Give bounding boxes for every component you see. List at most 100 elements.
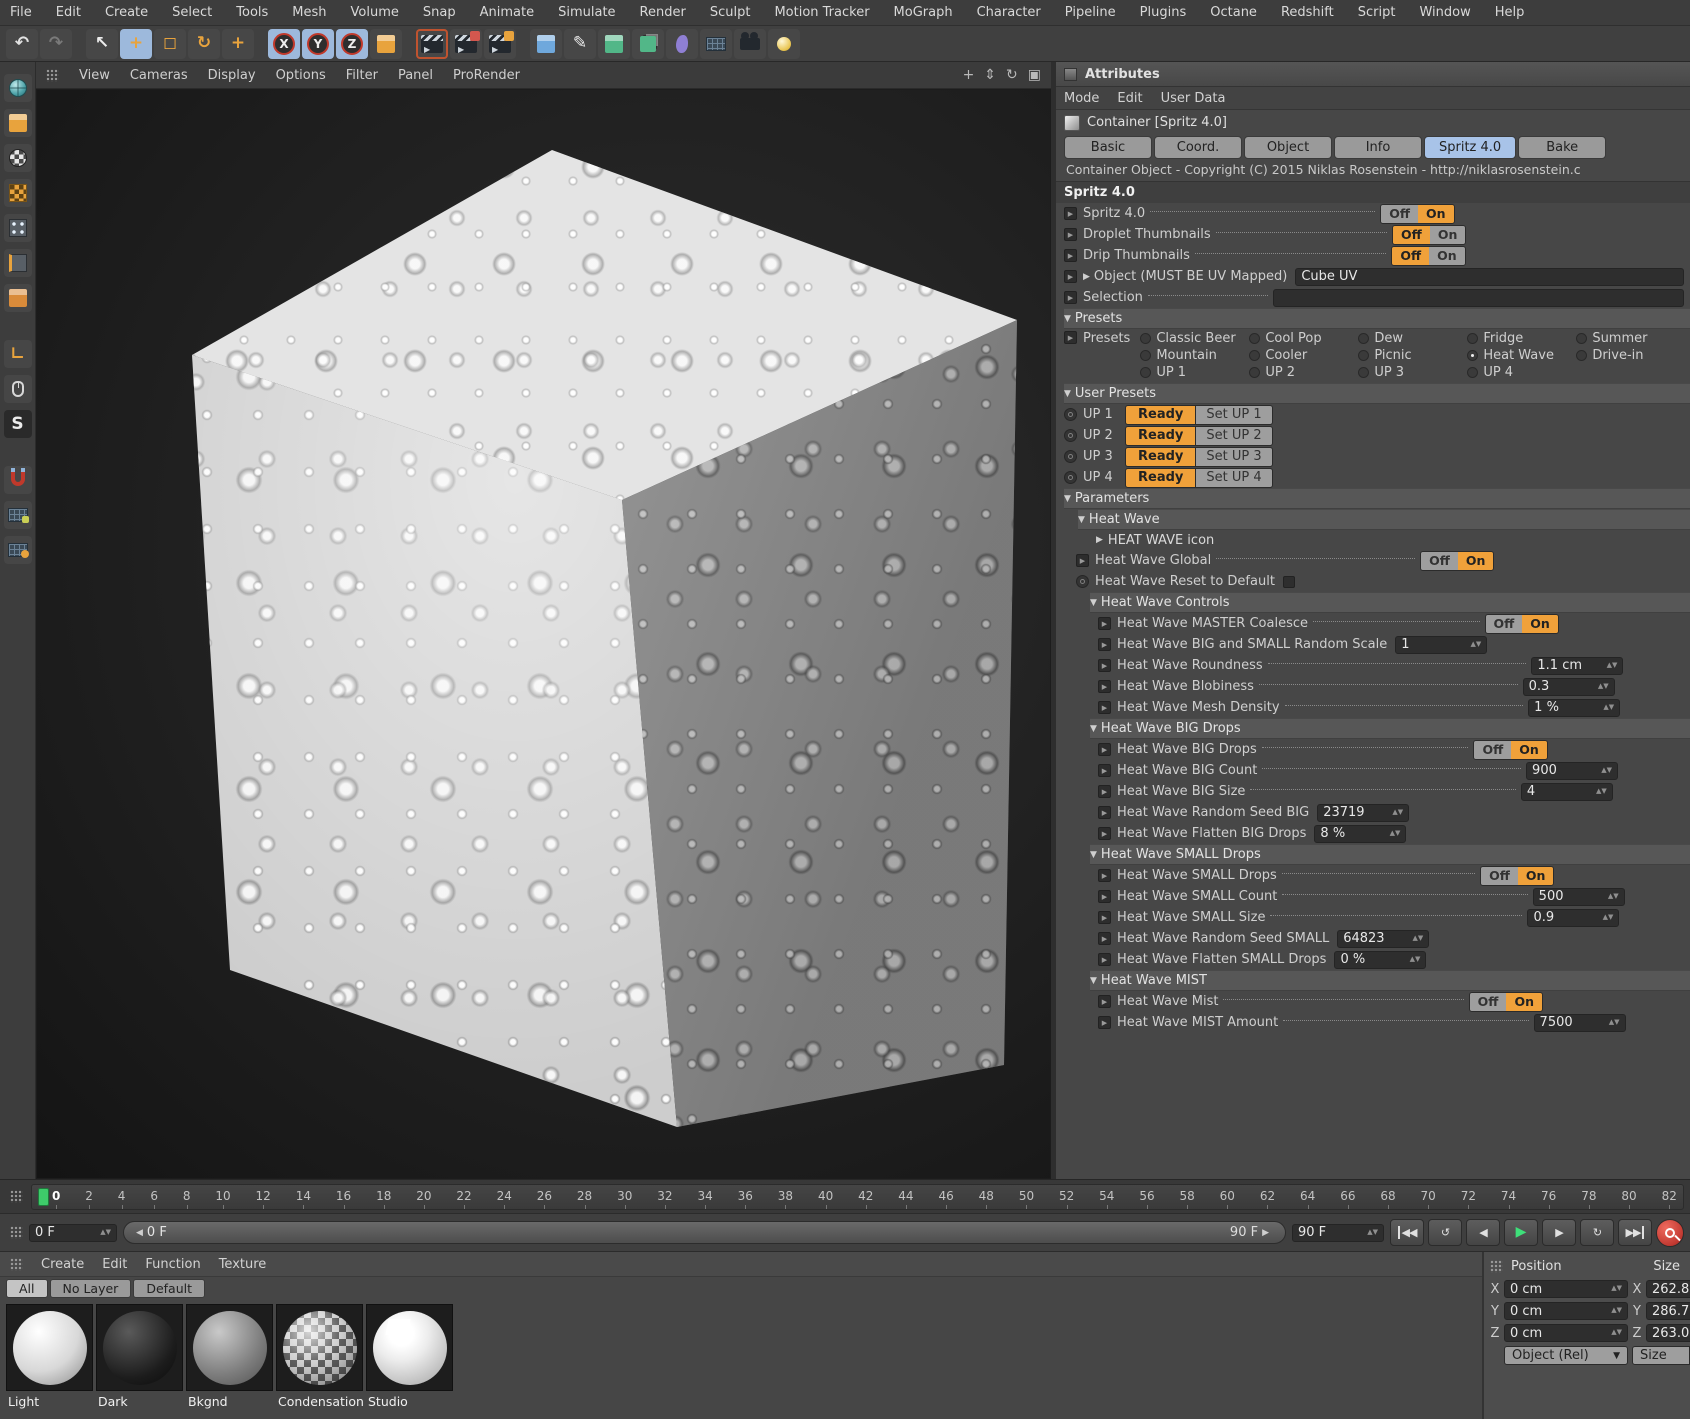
heat-wave-roundness-anim-icon[interactable]: ▶ [1098, 659, 1111, 672]
object-must-be-uv-mapped-anim-icon[interactable]: ▶ [1064, 270, 1077, 283]
radio-fridge[interactable]: Fridge [1467, 331, 1576, 346]
material-menu-create[interactable]: Create [41, 1257, 84, 1272]
drip-thumbnails-anim-icon[interactable]: ▶ [1064, 249, 1077, 262]
menu-snap[interactable]: Snap [423, 5, 456, 20]
subsection-heat-wave-icon[interactable]: ▶HEAT WAVE icon [1056, 530, 1690, 550]
live-selection-icon[interactable]: ↖ [86, 29, 118, 59]
menu-window[interactable]: Window [1419, 5, 1470, 20]
current-frame-input[interactable]: 0 F ▲▼ [29, 1224, 117, 1242]
size-z-field[interactable]: 263.0 [1646, 1324, 1690, 1342]
heat-wave-mist-amount-anim-icon[interactable]: ▶ [1098, 1016, 1111, 1029]
tab-basic[interactable]: Basic [1064, 136, 1152, 159]
floor-icon[interactable] [700, 29, 732, 59]
radio-up-4[interactable]: UP 4 [1467, 365, 1576, 380]
redo-icon[interactable]: ↷ [40, 29, 72, 59]
heat-wave-random-seed-big-spinner-icon[interactable]: ▲▼ [1392, 810, 1403, 816]
heat-wave-big-drops-anim-icon[interactable]: ▶ [1098, 743, 1111, 756]
solo-mode-icon[interactable]: S [4, 410, 32, 438]
spritz-4-0-on-button[interactable]: On [1418, 205, 1454, 223]
section-heat-wave[interactable]: ▼Heat Wave [1078, 509, 1690, 530]
light-icon[interactable] [768, 29, 800, 59]
menu-mograph[interactable]: MoGraph [894, 5, 953, 20]
heat-wave-big-and-small-random-scale-spinner-icon[interactable]: ▲▼ [1470, 642, 1481, 648]
previous-frame-button[interactable]: ◀ [1466, 1219, 1500, 1246]
viewport-menu-filter[interactable]: Filter [346, 68, 378, 83]
droplet-thumbnails-on-button[interactable]: On [1430, 226, 1466, 244]
heat-wave-random-seed-big-field[interactable]: 23719▲▼ [1317, 804, 1409, 822]
heat-wave-reset-to-default-checkbox[interactable] [1283, 576, 1295, 588]
droplet-thumbnails-anim-icon[interactable]: ▶ [1064, 228, 1077, 241]
selection-anim-icon[interactable]: ▶ [1064, 291, 1077, 304]
heat-wave-big-and-small-random-scale-anim-icon[interactable]: ▶ [1098, 638, 1111, 651]
model-mode-icon[interactable] [4, 109, 32, 137]
heat-wave-mist-amount-spinner-icon[interactable]: ▲▼ [1609, 1020, 1620, 1026]
menu-render[interactable]: Render [640, 5, 686, 20]
heat-wave-small-drops-on-button[interactable]: On [1518, 867, 1554, 885]
droplet-thumbnails-toggle[interactable]: OffOn [1392, 225, 1466, 245]
material-thumbnail[interactable] [276, 1304, 363, 1391]
heat-wave-master-coalesce-anim-icon[interactable]: ▶ [1098, 617, 1111, 630]
presets-anim-icon[interactable]: ▶ [1064, 331, 1077, 344]
up-3-key-icon[interactable] [1064, 450, 1077, 463]
position-z-field[interactable]: 0 cm▲▼ [1504, 1324, 1628, 1342]
up-1-key-icon[interactable] [1064, 408, 1077, 421]
heat-wave-mist-on-button[interactable]: On [1506, 993, 1542, 1011]
snap-settings-icon[interactable] [4, 536, 32, 564]
move-tool-icon[interactable]: + [120, 29, 152, 59]
material-studio[interactable]: Studio [366, 1304, 453, 1409]
points-mode-icon[interactable] [4, 214, 32, 242]
axis-mode-icon[interactable]: ∟ [4, 340, 32, 368]
heat-wave-flatten-big-drops-anim-icon[interactable]: ▶ [1098, 827, 1111, 840]
heat-wave-mesh-density-field[interactable]: 1 %▲▼ [1528, 699, 1620, 717]
material-menu-texture[interactable]: Texture [219, 1257, 267, 1272]
goto-end-button[interactable]: ▶▶ [1618, 1219, 1652, 1246]
material-menu-edit[interactable]: Edit [102, 1257, 127, 1272]
coordinates-grip-icon[interactable] [1490, 1260, 1503, 1273]
section-heat-wave-controls[interactable]: ▼Heat Wave Controls [1090, 592, 1690, 613]
attributes-menu-mode[interactable]: Mode [1064, 91, 1099, 106]
generators-icon[interactable] [632, 29, 664, 59]
heat-wave-small-count-field[interactable]: 500▲▼ [1533, 888, 1625, 906]
section-heat-wave-mist[interactable]: ▼Heat Wave MIST [1090, 970, 1690, 991]
heat-wave-small-size-anim-icon[interactable]: ▶ [1098, 911, 1111, 924]
heat-wave-random-seed-small-anim-icon[interactable]: ▶ [1098, 932, 1111, 945]
heat-wave-flatten-small-drops-field[interactable]: 0 %▲▼ [1334, 951, 1426, 969]
radio-up-2[interactable]: UP 2 [1249, 365, 1358, 380]
viewport-menu-options[interactable]: Options [276, 68, 326, 83]
heat-wave-small-count-anim-icon[interactable]: ▶ [1098, 890, 1111, 903]
heat-wave-flatten-big-drops-field[interactable]: 8 %▲▼ [1314, 825, 1406, 843]
section-heat-wave-big-drops[interactable]: ▼Heat Wave BIG Drops [1090, 718, 1690, 739]
up-4-set-button[interactable]: Set UP 4 [1196, 468, 1272, 488]
menu-sculpt[interactable]: Sculpt [710, 5, 751, 20]
next-frame-button[interactable]: ▶ [1542, 1219, 1576, 1246]
playhead-marker[interactable] [38, 1188, 49, 1206]
viewport-canvas[interactable] [36, 89, 1051, 1179]
radio-dew[interactable]: Dew [1358, 331, 1467, 346]
render-view-icon[interactable] [416, 29, 448, 59]
coordinate-mode-dropdown[interactable]: Object (Rel) ▼ [1504, 1346, 1628, 1365]
menu-mesh[interactable]: Mesh [292, 5, 326, 20]
heat-wave-small-size-field[interactable]: 0.9▲▼ [1527, 909, 1619, 927]
make-editable-icon[interactable] [4, 74, 32, 102]
up-4-ready-button[interactable]: Ready [1125, 468, 1196, 488]
heat-wave-roundness-field[interactable]: 1.1 cm▲▼ [1531, 657, 1623, 675]
timeline-range-slider[interactable]: ◀ 0 F 90 F ▶ [123, 1221, 1286, 1244]
material-thumbnail[interactable] [96, 1304, 183, 1391]
up-3-set-button[interactable]: Set UP 3 [1196, 447, 1272, 467]
position-x-field[interactable]: 0 cm▲▼ [1504, 1280, 1628, 1298]
end-frame-input[interactable]: 90 F ▲▼ [1292, 1224, 1384, 1242]
material-grip-icon[interactable] [10, 1258, 23, 1271]
menu-tools[interactable]: Tools [236, 5, 268, 20]
heat-wave-big-drops-toggle[interactable]: OffOn [1473, 740, 1547, 760]
size-y-field[interactable]: 286.7 [1646, 1302, 1690, 1320]
heat-wave-big-count-field[interactable]: 900▲▼ [1526, 762, 1618, 780]
menu-file[interactable]: File [10, 5, 32, 20]
material-condensation[interactable]: Condensation [276, 1304, 363, 1409]
up-2-ready-button[interactable]: Ready [1125, 426, 1196, 446]
heat-wave-small-drops-toggle[interactable]: OffOn [1480, 866, 1554, 886]
scale-tool-icon[interactable]: ◻ [154, 29, 186, 59]
render-picture-viewer-icon[interactable] [450, 29, 482, 59]
heat-wave-big-drops-off-button[interactable]: Off [1474, 741, 1511, 759]
heat-wave-big-count-anim-icon[interactable]: ▶ [1098, 764, 1111, 777]
heat-wave-flatten-small-drops-anim-icon[interactable]: ▶ [1098, 953, 1111, 966]
